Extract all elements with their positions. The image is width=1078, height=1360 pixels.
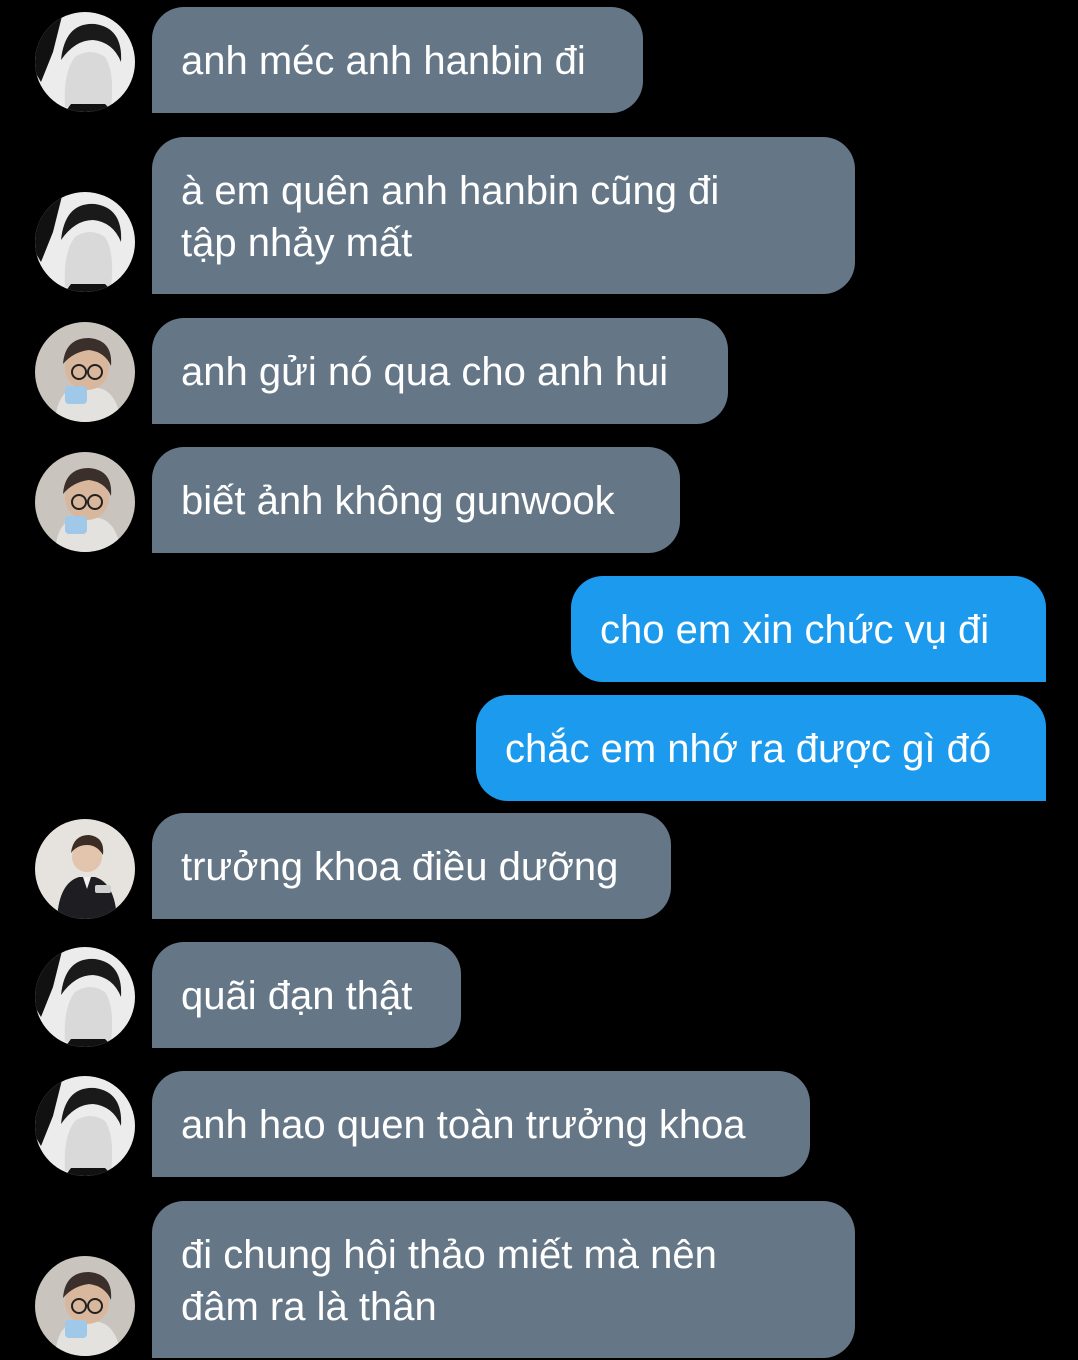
message-text: quãi đạn thật — [181, 974, 413, 1018]
message-bubble[interactable]: quãi đạn thật — [152, 942, 461, 1048]
message-bubble[interactable]: à em quên anh hanbin cũng đi tập nhảy mấ… — [152, 137, 855, 294]
message-text: anh gửi nó qua cho anh hui — [181, 350, 669, 394]
avatar-glasses[interactable] — [35, 322, 135, 422]
message-bubble[interactable]: biết ảnh không gunwook — [152, 447, 680, 553]
message-bubble[interactable]: đi chung hội thảo miết mà nên đâm ra là … — [152, 1201, 855, 1358]
avatar-bw[interactable] — [35, 12, 135, 112]
message-text: trưởng khoa điều dưỡng — [181, 845, 619, 889]
avatar-suit[interactable] — [35, 819, 135, 919]
message-text: biết ảnh không gunwook — [181, 479, 615, 523]
message-bubble[interactable]: trưởng khoa điều dưỡng — [152, 813, 671, 919]
message-text: chắc em nhớ ra được gì đó — [505, 727, 992, 771]
message-text: cho em xin chức vụ đi — [600, 608, 990, 652]
avatar-glasses[interactable] — [35, 1256, 135, 1356]
message-text: anh méc anh hanbin đi — [181, 39, 586, 83]
avatar-bw[interactable] — [35, 1076, 135, 1176]
message-bubble-outgoing[interactable]: chắc em nhớ ra được gì đó — [476, 695, 1046, 801]
message-bubble-outgoing[interactable]: cho em xin chức vụ đi — [571, 576, 1046, 682]
message-text: anh hao quen toàn trưởng khoa — [181, 1103, 746, 1147]
avatar-bw[interactable] — [35, 947, 135, 1047]
avatar-glasses[interactable] — [35, 452, 135, 552]
message-bubble[interactable]: anh méc anh hanbin đi — [152, 7, 643, 113]
message-text: à em quên anh hanbin cũng đi tập nhảy mấ… — [181, 169, 720, 265]
message-bubble[interactable]: anh gửi nó qua cho anh hui — [152, 318, 728, 424]
message-bubble[interactable]: anh hao quen toàn trưởng khoa — [152, 1071, 810, 1177]
message-text: đi chung hội thảo miết mà nên đâm ra là … — [181, 1233, 717, 1329]
avatar-bw[interactable] — [35, 192, 135, 292]
